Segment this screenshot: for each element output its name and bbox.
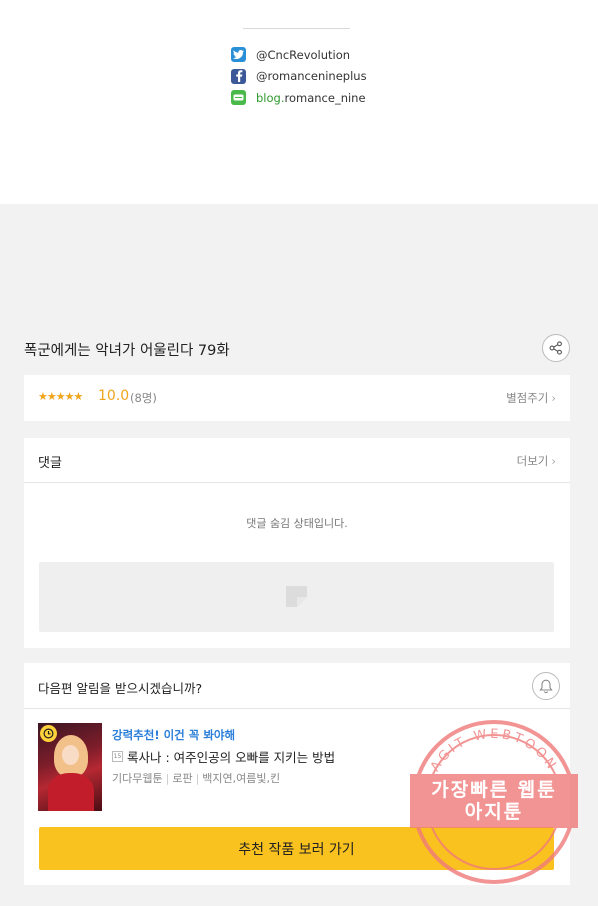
rating-count: (8명) — [130, 391, 157, 405]
comments-more-label: 더보기 — [516, 454, 549, 468]
notify-header: 다음편 알림을 받으시겠습니까? — [24, 663, 570, 709]
bell-icon — [539, 679, 553, 693]
notify-question: 다음편 알림을 받으시겠습니까? — [38, 681, 203, 696]
chevron-right-icon: › — [551, 391, 556, 405]
recommend-tag: 강력추천! 이건 꼭 봐야해 — [112, 728, 236, 742]
comments-more-button[interactable]: 더보기 › — [517, 453, 556, 469]
recommended-meta: 기다무웹툰 | 로판 | 백지연,여름빛,킨 — [112, 772, 281, 785]
chevron-right-icon: › — [551, 454, 556, 468]
star-rating-icon: ★★★★★ — [38, 390, 83, 403]
comments-header: 댓글 더보기 › — [24, 438, 570, 483]
blog-handle: romance_nine — [284, 90, 366, 105]
meta-authors: 백지연,여름빛,킨 — [202, 772, 281, 785]
episode-title: 폭군에게는 악녀가 어울린다 79화 — [24, 343, 230, 359]
twitter-handle: @CncRevolution — [256, 47, 351, 62]
comments-hidden-message: 댓글 숨김 상태입니다. — [246, 517, 348, 530]
rate-button-label: 별점주기 — [506, 391, 549, 405]
meta-genre: 로판 — [172, 772, 193, 785]
recommended-title: 록사나 : 여주인공의 오빠를 지키는 방법 — [127, 750, 336, 765]
comments-card: 댓글 더보기 › 댓글 숨김 상태입니다. — [24, 438, 570, 648]
stamp-band: 가장빠른 웹툰 아지툰 — [410, 774, 578, 828]
comment-input-box[interactable] — [39, 562, 554, 632]
rate-button[interactable]: 별점주기 › — [506, 390, 556, 406]
svg-text:AGIT WEBTOON: AGIT WEBTOON — [428, 727, 560, 774]
sns-footer: @CncRevolution @romancenineplus blog. rom… — [0, 0, 598, 204]
recommended-title-row: 15 록사나 : 여주인공의 오빠를 지키는 방법 — [112, 747, 335, 766]
stamp-line-2: 아지툰 — [464, 801, 524, 823]
social-links: @CncRevolution @romancenineplus blog. rom… — [231, 44, 367, 109]
stamp-line-1: 가장빠른 웹툰 — [431, 779, 557, 801]
stamp-ring-text: AGIT WEBTOON — [428, 727, 557, 774]
share-icon — [549, 341, 562, 355]
clock-icon — [40, 725, 57, 742]
rating-card: ★★★★★ 10.0 (8명) 별점주기 › — [24, 375, 570, 421]
blog-prefix: blog. — [256, 90, 285, 105]
blog-link[interactable]: blog. romance_nine — [231, 87, 367, 109]
rating-score: 10.0 — [98, 388, 130, 404]
share-button[interactable] — [542, 334, 570, 362]
episode-header: 폭군에게는 악녀가 어울린다 79화 — [24, 334, 570, 364]
age-rating-icon: 15 — [112, 751, 123, 762]
facebook-link[interactable]: @romancenineplus — [231, 66, 367, 88]
notify-bell-button[interactable] — [532, 672, 560, 700]
placeholder-icon — [286, 586, 307, 607]
comments-title: 댓글 — [38, 456, 62, 471]
twitter-link[interactable]: @CncRevolution — [231, 44, 367, 66]
blog-icon — [231, 90, 246, 106]
facebook-handle: @romancenineplus — [256, 69, 367, 84]
recommended-info: 강력추천! 이건 꼭 봐야해 15 록사나 : 여주인공의 오빠를 지키는 방법… — [112, 727, 335, 786]
divider — [243, 28, 350, 29]
watermark-stamp: AGIT WEBTOON 가장빠른 웹툰 아지툰 — [410, 718, 578, 886]
recommended-thumbnail[interactable] — [38, 723, 102, 811]
twitter-icon — [231, 47, 246, 63]
meta-category: 기다무웹툰 — [112, 772, 163, 785]
facebook-icon — [231, 68, 246, 84]
